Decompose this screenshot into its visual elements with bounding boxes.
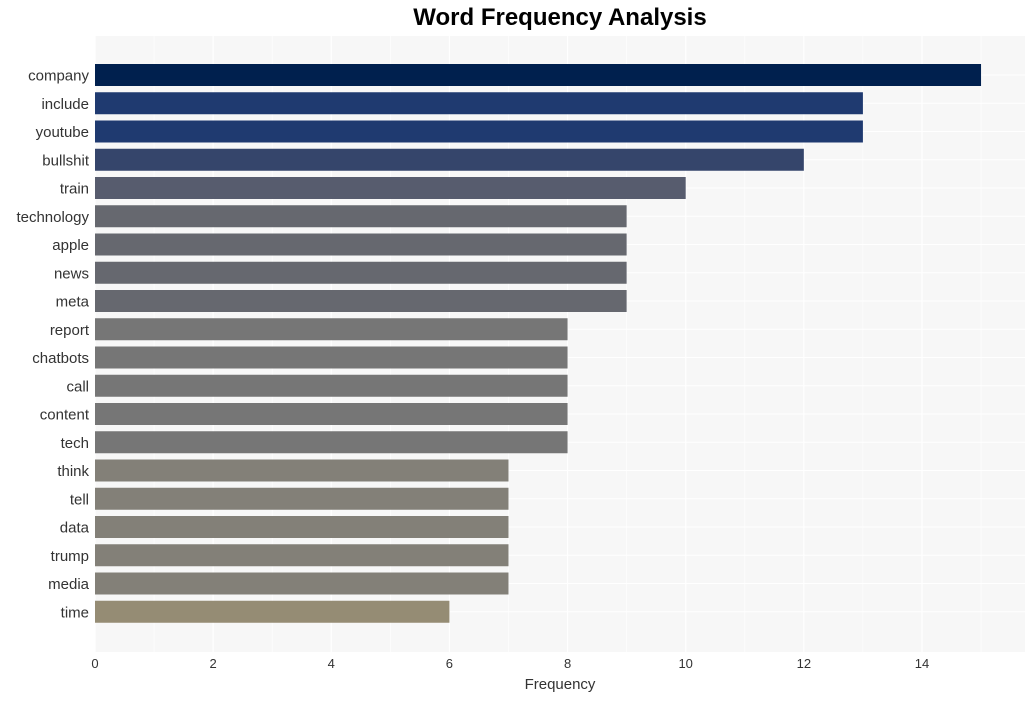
- y-tick-label: technology: [16, 209, 89, 226]
- x-tick-label: 4: [328, 656, 335, 671]
- y-tick-label: news: [54, 265, 89, 282]
- y-tick-label: trump: [51, 548, 89, 565]
- bar-report: [95, 318, 568, 341]
- x-tick-label: 0: [91, 656, 98, 671]
- y-tick-label: include: [41, 96, 89, 113]
- bar-include: [95, 92, 863, 115]
- x-tick-label: 8: [564, 656, 571, 671]
- bar-apple: [95, 233, 627, 256]
- y-tick-label: time: [61, 604, 89, 621]
- y-tick-label: report: [50, 322, 90, 339]
- y-tick-label: think: [57, 463, 89, 480]
- y-tick-label: call: [66, 378, 89, 395]
- bar-trump: [95, 544, 509, 567]
- bar-train: [95, 177, 686, 199]
- y-tick-label: train: [60, 181, 89, 198]
- y-tick-label: bullshit: [42, 152, 90, 169]
- y-tick-label: chatbots: [32, 350, 89, 367]
- bar-chatbots: [95, 346, 568, 369]
- y-tick-label: content: [40, 407, 90, 424]
- y-tick-label: youtube: [36, 124, 89, 141]
- bar-tell: [95, 487, 509, 510]
- y-tick-label: company: [28, 68, 89, 85]
- x-tick-label: 2: [210, 656, 217, 671]
- y-tick-label: data: [60, 520, 90, 537]
- y-tick-label: media: [48, 576, 90, 593]
- bar-meta: [95, 290, 627, 312]
- y-tick-label: tell: [70, 491, 89, 508]
- bar-news: [95, 261, 627, 284]
- bar-technology: [95, 205, 627, 228]
- bar-bullshit: [95, 148, 804, 171]
- bar-media: [95, 572, 509, 595]
- bar-call: [95, 374, 568, 397]
- bar-time: [95, 600, 450, 623]
- bar-chart: company include youtube bullshit train techno…: [16, 36, 1025, 693]
- y-tick-label: tech: [61, 435, 89, 452]
- x-axis-ticks: 0 2 4 6 8 10 12 14: [91, 656, 929, 671]
- bar-company: [95, 64, 982, 86]
- x-tick-label: 10: [678, 656, 692, 671]
- x-axis-label: Frequency: [525, 676, 596, 693]
- x-tick-label: 14: [915, 656, 929, 671]
- y-tick-label: meta: [56, 294, 90, 311]
- y-axis-labels: company include youtube bullshit train techno…: [16, 68, 89, 622]
- bar-content: [95, 403, 568, 425]
- y-tick-label: apple: [52, 237, 89, 254]
- x-tick-label: 6: [446, 656, 453, 671]
- x-tick-label: 12: [797, 656, 811, 671]
- bar-youtube: [95, 120, 863, 143]
- bar-data: [95, 516, 509, 538]
- bar-think: [95, 459, 509, 482]
- bar-tech: [95, 431, 568, 454]
